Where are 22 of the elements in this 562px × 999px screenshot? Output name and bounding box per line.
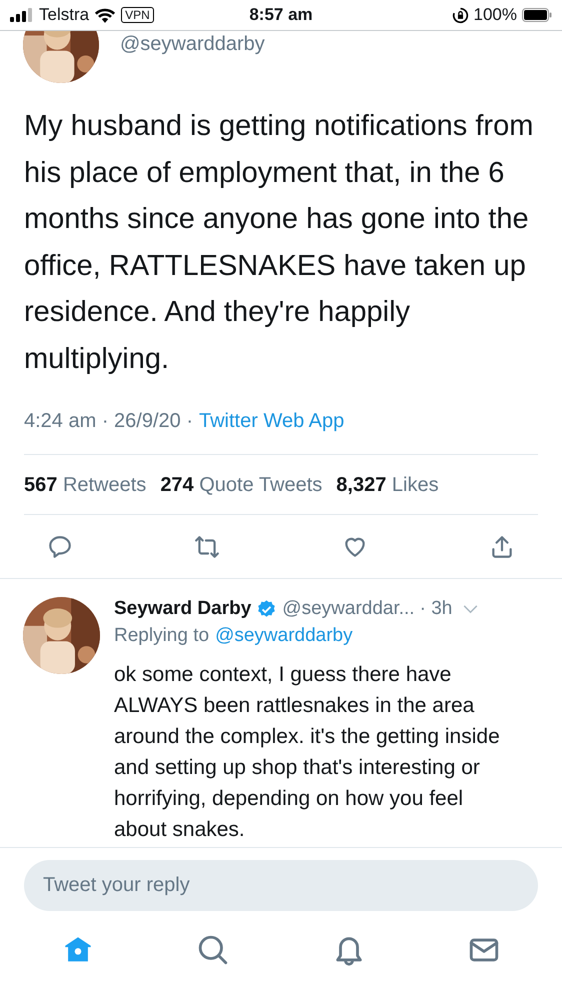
retweet-icon[interactable]: [194, 534, 220, 560]
reply-age: · 3h: [420, 597, 452, 621]
author-handle: @seywarddar...: [282, 597, 415, 621]
clock-time: 8:57 am: [249, 4, 313, 26]
author-name[interactable]: Seyward Darby: [114, 597, 252, 621]
battery-icon: [522, 8, 552, 22]
reply-field[interactable]: Tweet your reply: [24, 860, 538, 911]
rotation-lock-icon: [452, 6, 469, 24]
user-handle[interactable]: @seywarddarby: [120, 31, 265, 59]
reply-text: ok some context, I guess there have ALWAYS been rattlesnakes in the area around the complex. it's the getting inside and setting up shop that's interesting or horrifying, depending on how you feel about snakes.: [114, 662, 501, 843]
tweet-text: My husband is getting notifications from his place of employment that, in the 6 months since anyone has gone into the office, RATTLESNAKES have taken up residence. And they're happily multiplying.: [23, 109, 534, 376]
wifi-icon: [94, 6, 116, 24]
carrier-name: Telstra: [39, 4, 90, 26]
tweet-timestamp: 4:24 am · 26/9/20 ·: [24, 409, 193, 434]
stat-link[interactable]: 8,327 Likes: [336, 470, 439, 500]
stat-link[interactable]: 567 Retweets: [24, 470, 146, 500]
speech-bubble-icon[interactable]: [47, 534, 73, 560]
stat-link[interactable]: 274 Quote Tweets: [160, 470, 322, 500]
signal-icon: [10, 7, 34, 23]
vpn-badge: VPN: [121, 7, 154, 23]
battery-percent: 100%: [474, 4, 517, 26]
replying-label: Replying to: [114, 624, 210, 648]
